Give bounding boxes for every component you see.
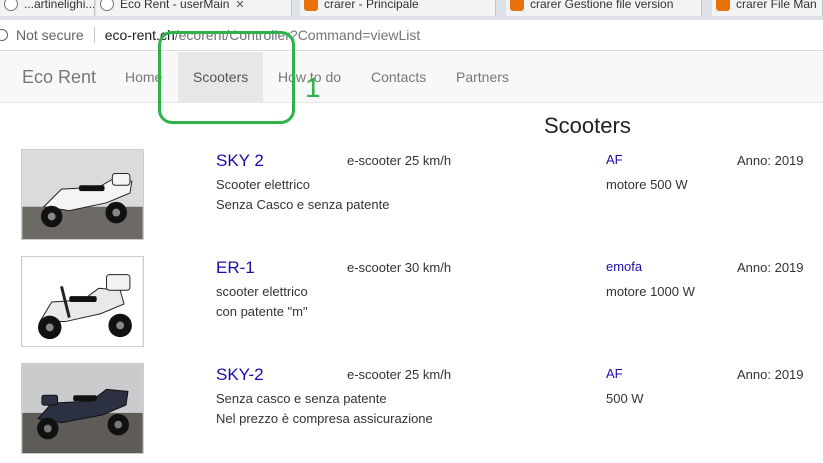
browser-tab[interactable]: crarer File Man xyxy=(712,0,823,16)
scooter-speed: e-scooter 30 km/h xyxy=(347,260,452,275)
scooter-power: motore 1000 W xyxy=(606,284,695,299)
globe-icon xyxy=(4,0,18,11)
browser-tab[interactable]: ...artinelighi... xyxy=(0,0,95,16)
scooter-name-link[interactable]: SKY 2 xyxy=(216,151,264,171)
scooter-photo[interactable] xyxy=(21,256,144,347)
extension-icon xyxy=(716,0,730,11)
annotation-highlight-box xyxy=(158,31,295,124)
nav-link-contacts[interactable]: Contacts xyxy=(356,52,441,103)
scooter-power: 500 W xyxy=(606,391,644,406)
site-brand[interactable]: Eco Rent xyxy=(22,67,96,88)
list-item: SKY-2 e-scooter 25 km/h AF Anno: 2019 Se… xyxy=(0,363,823,463)
scooter-description: Scooter elettrico xyxy=(216,177,310,192)
scooter-image xyxy=(22,150,143,239)
list-item: ER-1 e-scooter 30 km/h emofa Anno: 2019 … xyxy=(0,256,823,356)
tab-title: Eco Rent - userMain xyxy=(120,0,230,11)
scooter-image xyxy=(22,364,143,453)
scooter-brand-link[interactable]: emofa xyxy=(606,259,642,274)
browser-tab[interactable]: crarer - Principale xyxy=(300,0,496,16)
tab-title: ...artinelighi... xyxy=(24,0,95,11)
scooter-name-link[interactable]: ER-1 xyxy=(216,258,255,278)
nav-link-partners[interactable]: Partners xyxy=(441,52,524,103)
scooter-image xyxy=(22,257,143,346)
scooter-name-link[interactable]: SKY-2 xyxy=(216,365,264,385)
scooter-speed: e-scooter 25 km/h xyxy=(347,153,452,168)
page-title: Scooters xyxy=(544,113,631,138)
extension-icon xyxy=(510,0,524,11)
site-navbar: Eco Rent Home Scooters How to do Contact… xyxy=(0,52,823,103)
scooter-description: con patente "m" xyxy=(216,304,308,319)
annotation-number: 1 xyxy=(305,72,321,103)
scooter-power: motore 500 W xyxy=(606,177,688,192)
scooter-year: Anno: 2019 xyxy=(737,260,804,275)
extension-icon xyxy=(304,0,318,11)
scooter-description: scooter elettrico xyxy=(216,284,308,299)
browser-tab-strip: ...artinelighi... Eco Rent - userMain ✕ … xyxy=(0,0,823,20)
globe-icon xyxy=(100,0,114,11)
scooter-description: Senza Casco e senza patente xyxy=(216,197,390,212)
close-icon[interactable]: ✕ xyxy=(235,0,244,11)
scooter-year: Anno: 2019 xyxy=(737,367,804,382)
tab-title: crarer Gestione file version xyxy=(530,0,674,11)
scooter-brand-link[interactable]: AF xyxy=(606,152,623,167)
scooter-description: Nel prezzo è compresa assicurazione xyxy=(216,411,433,426)
browser-tab[interactable]: crarer Gestione file version xyxy=(506,0,702,16)
scooter-photo[interactable] xyxy=(21,149,144,240)
address-bar[interactable]: Not secure eco-rent.ch/ecorent/Controlle… xyxy=(0,20,823,51)
browser-tab[interactable]: Eco Rent - userMain ✕ xyxy=(96,0,292,16)
security-label[interactable]: Not secure xyxy=(16,27,84,43)
divider xyxy=(93,27,95,43)
tab-title: crarer - Principale xyxy=(324,0,419,11)
info-icon[interactable] xyxy=(0,29,8,41)
scooter-photo[interactable] xyxy=(21,363,144,454)
list-item: SKY 2 e-scooter 25 km/h AF Anno: 2019 Sc… xyxy=(0,149,823,249)
tab-title: crarer File Man xyxy=(736,0,817,11)
scooter-speed: e-scooter 25 km/h xyxy=(347,367,452,382)
scooter-description: Senza casco e senza patente xyxy=(216,391,387,406)
scooter-brand-link[interactable]: AF xyxy=(606,366,623,381)
scooter-year: Anno: 2019 xyxy=(737,153,804,168)
